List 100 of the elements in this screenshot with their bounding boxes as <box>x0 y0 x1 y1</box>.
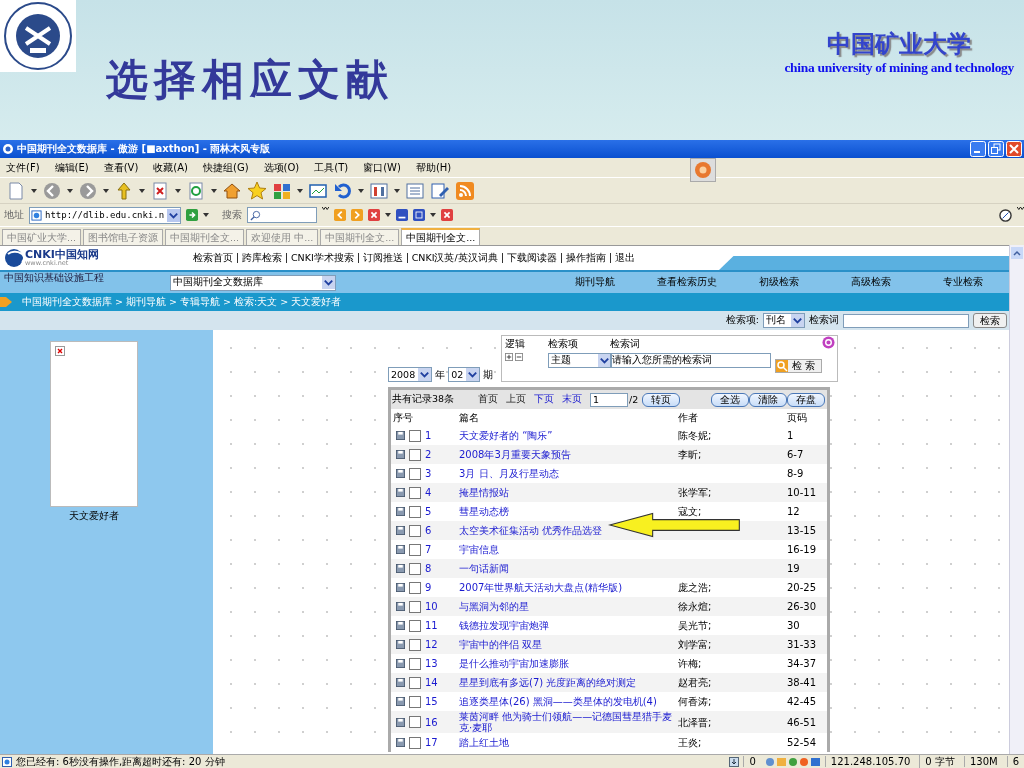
article-link[interactable]: 彗星动态榜 <box>459 506 509 517</box>
caret-icon[interactable] <box>103 188 109 193</box>
caret-icon[interactable] <box>31 188 37 193</box>
save-icon[interactable] <box>396 450 405 459</box>
row-checkbox[interactable] <box>409 716 421 728</box>
address-field[interactable]: http://dlib.edu.cnki.n <box>29 206 181 224</box>
row-checkbox[interactable] <box>409 467 421 480</box>
nav-link[interactable]: 检索首页 <box>188 253 237 263</box>
nav-link[interactable]: 操作指南 <box>560 253 610 263</box>
caret-icon[interactable] <box>203 213 209 217</box>
save-icon[interactable] <box>396 488 405 497</box>
rss-icon[interactable] <box>455 180 475 201</box>
term-field[interactable]: 请输入您所需的检索词 <box>610 353 772 368</box>
article-link[interactable]: 宇宙信息 <box>459 544 499 555</box>
article-link[interactable]: 踏上红土地 <box>459 737 509 748</box>
caret-icon[interactable] <box>211 188 217 193</box>
close-tab-icon[interactable] <box>368 209 380 221</box>
minimize-button[interactable] <box>970 141 986 157</box>
row-checkbox[interactable] <box>409 736 421 749</box>
chevron-icon[interactable] <box>1017 207 1024 212</box>
dropdown-icon[interactable] <box>466 368 480 381</box>
save-icon[interactable] <box>396 659 405 668</box>
browser-tab[interactable]: 中国期刊全文... <box>401 228 481 245</box>
search-term-field[interactable] <box>843 313 969 328</box>
row-checkbox[interactable] <box>409 619 421 632</box>
menu-item[interactable]: 查看(V) <box>103 160 139 175</box>
year-select[interactable]: 2008 <box>388 367 433 382</box>
row-checkbox[interactable] <box>409 448 421 461</box>
up-arrow-icon[interactable] <box>114 180 134 201</box>
menu-item[interactable]: 文件(F) <box>6 160 40 175</box>
nav-link[interactable]: 订阅推送 <box>357 253 407 263</box>
save-icon[interactable] <box>396 469 405 478</box>
pager-link[interactable]: 末页 <box>562 393 582 406</box>
field-select[interactable]: 刊名 <box>763 313 805 328</box>
refresh-icon[interactable] <box>186 180 206 201</box>
action-button[interactable]: 存盘 <box>787 392 825 407</box>
article-link[interactable]: 是什么推动宇宙加速膨胀 <box>459 658 569 669</box>
search-button[interactable]: 检 索 <box>775 359 823 373</box>
nav-link[interactable]: 退出 <box>609 253 639 263</box>
save-icon[interactable] <box>396 583 405 592</box>
article-link[interactable]: 宇宙中的伴侣 双星 <box>459 639 543 650</box>
scroll-up-icon[interactable] <box>1011 247 1023 259</box>
nav-tab[interactable]: 高级检索 <box>825 276 917 289</box>
columns-icon[interactable] <box>369 180 389 201</box>
stop-icon[interactable] <box>150 180 170 201</box>
star-icon[interactable] <box>247 180 267 201</box>
row-checkbox[interactable] <box>409 505 421 518</box>
restore-button[interactable] <box>988 141 1004 157</box>
back-icon[interactable] <box>42 180 62 201</box>
row-checkbox[interactable] <box>409 676 421 689</box>
row-checkbox[interactable] <box>409 562 421 575</box>
dropdown-icon[interactable] <box>322 276 335 289</box>
row-checkbox[interactable] <box>409 524 421 537</box>
page-field[interactable]: 1 <box>590 392 628 407</box>
caret-icon[interactable] <box>394 188 400 193</box>
article-link[interactable]: 3月 日、月及行星动态 <box>459 468 559 479</box>
save-icon[interactable] <box>396 717 405 727</box>
article-link[interactable]: 莱茵河畔 他为骑士们领航——记德国彗星猎手麦克·麦耶 <box>459 711 676 733</box>
article-link[interactable]: 一句话新闻 <box>459 563 509 574</box>
article-link[interactable]: 天文爱好者的 “陶乐” <box>459 430 553 441</box>
dropdown-icon[interactable] <box>167 208 180 222</box>
restore-icon[interactable] <box>413 209 425 221</box>
download-icon[interactable] <box>729 756 740 767</box>
row-checkbox[interactable] <box>409 429 421 442</box>
close-button[interactable] <box>1006 141 1022 157</box>
menu-item[interactable]: 帮助(H) <box>415 160 452 175</box>
save-icon[interactable] <box>396 526 405 535</box>
caret-icon[interactable] <box>297 188 303 193</box>
menu-item[interactable]: 编辑(E) <box>54 160 89 175</box>
chevron-icon[interactable] <box>322 207 329 212</box>
menu-item[interactable]: 选项(O) <box>263 160 300 175</box>
nav-link[interactable]: 跨库检索 <box>236 253 286 263</box>
row-checkbox[interactable] <box>409 486 421 499</box>
caret-icon[interactable] <box>358 188 364 193</box>
save-icon[interactable] <box>396 621 405 630</box>
minus-icon[interactable] <box>515 353 524 361</box>
row-checkbox[interactable] <box>409 581 421 594</box>
nav-link[interactable]: CNKI汉英/英汉词典 <box>406 253 502 263</box>
article-link[interactable]: 太空美术征集活动 优秀作品选登 <box>459 525 603 536</box>
save-icon[interactable] <box>396 545 405 554</box>
menu-item[interactable]: 收藏(A) <box>153 160 188 175</box>
save-icon[interactable] <box>396 564 405 573</box>
close-icon[interactable] <box>441 209 453 221</box>
row-checkbox[interactable] <box>409 638 421 651</box>
article-link[interactable]: 星星到底有多远(7) 光度距离的绝对测定 <box>459 677 637 688</box>
status-icons-drawing[interactable] <box>764 756 821 767</box>
forward-icon[interactable] <box>78 180 98 201</box>
dropdown-icon[interactable] <box>418 368 432 381</box>
row-checkbox[interactable] <box>409 543 421 556</box>
go-icon[interactable] <box>186 209 198 221</box>
undo-icon[interactable] <box>333 180 353 201</box>
save-icon[interactable] <box>396 507 405 516</box>
nav-tab[interactable]: 专业检索 <box>917 276 1009 289</box>
scrollbar[interactable] <box>1009 245 1024 754</box>
save-icon[interactable] <box>396 697 405 706</box>
nav-link[interactable]: 下载阅读器 <box>501 253 561 263</box>
row-checkbox[interactable] <box>409 657 421 670</box>
article-link[interactable]: 掩星情报站 <box>459 487 509 498</box>
search-field[interactable] <box>247 207 317 223</box>
menu-item[interactable]: 窗口(W) <box>363 160 401 175</box>
